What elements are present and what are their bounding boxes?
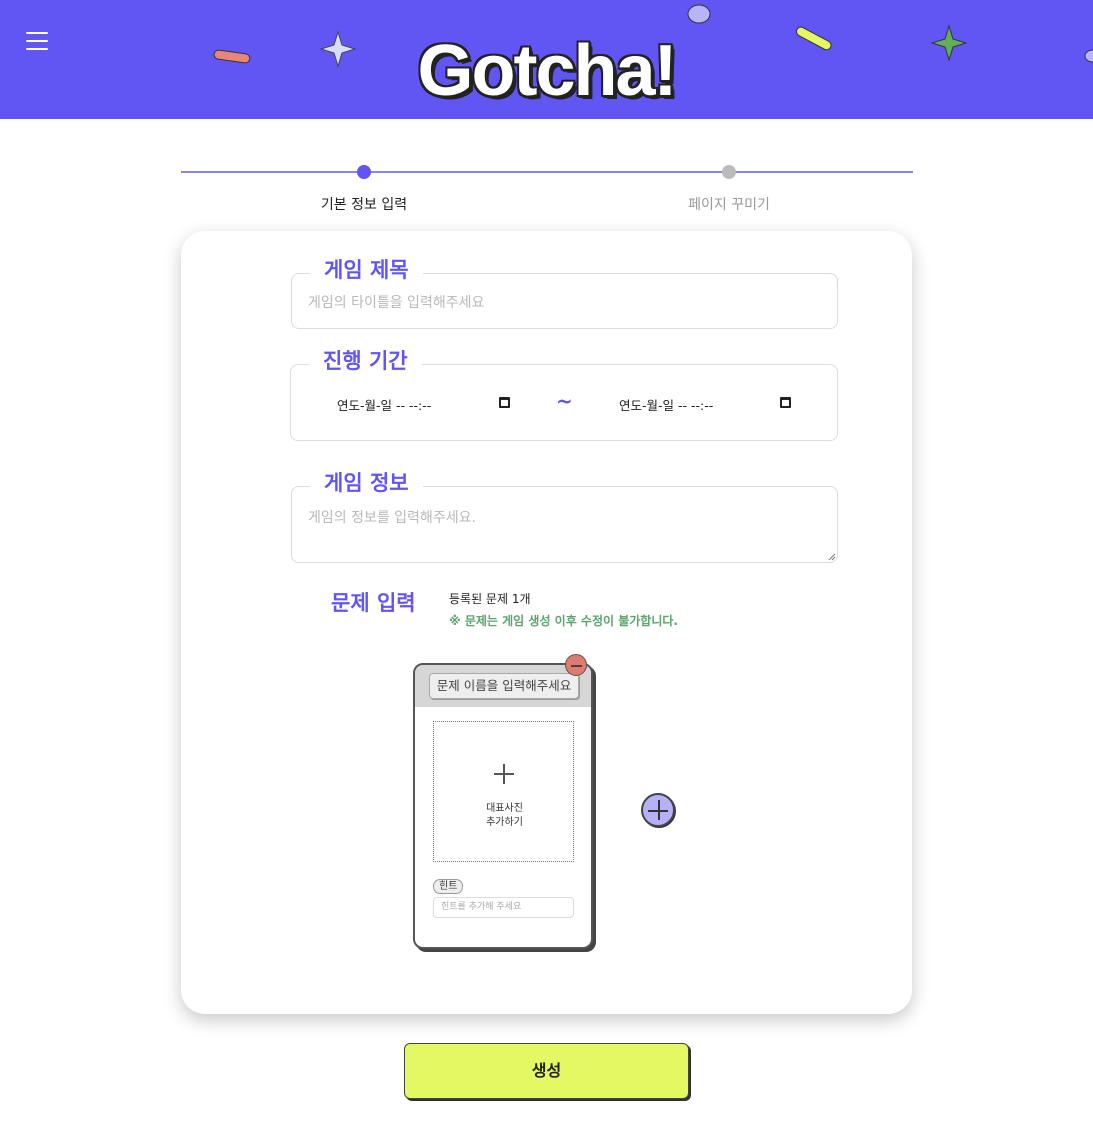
question-card-header: 문제 이름을 입력해주세요	[415, 665, 591, 707]
resize-handle-icon[interactable]	[828, 553, 836, 561]
add-question-button[interactable]	[641, 793, 675, 827]
step-label-basic-info[interactable]: 기본 정보 입력	[284, 194, 444, 214]
registered-count: 등록된 문제 1개	[449, 592, 531, 606]
photo-upload-label-line2: 추가하기	[486, 817, 523, 828]
hint-label: 힌트	[433, 879, 464, 894]
step-dot-decorate[interactable]	[722, 165, 736, 179]
progress-stepper: 기본 정보 입력 페이지 꾸미기	[181, 160, 913, 220]
game-title-fieldset: 게임 제목 게임의 타이틀을 입력해주세요	[291, 254, 838, 329]
game-info-label: 게임 정보	[310, 467, 423, 497]
app-logo[interactable]: Gotcha!	[0, 30, 1093, 112]
questions-warning: ※ 문제는 게임 생성 이후 수정이 불가합니다.	[449, 614, 678, 628]
end-datetime-input[interactable]: 연도-월-일 -- --:--	[619, 395, 713, 414]
photo-upload-area[interactable]: 대표사진 추가하기	[433, 721, 574, 862]
remove-question-button[interactable]	[565, 654, 587, 676]
step-label-decorate[interactable]: 페이지 꾸미기	[649, 194, 809, 214]
game-form-card: 게임 제목 게임의 타이틀을 입력해주세요 진행 기간 연도-월-일 -- --…	[181, 231, 912, 1014]
game-title-input[interactable]: 게임의 타이틀을 입력해주세요	[308, 292, 484, 312]
question-card: 문제 이름을 입력해주세요 대표사진 추가하기 힌트 힌트를 추가해 주세요	[413, 654, 593, 949]
create-button[interactable]: 생성	[404, 1043, 689, 1099]
app-header: Gotcha!	[0, 0, 1093, 119]
game-period-label: 진행 기간	[309, 345, 422, 375]
hint-input[interactable]: 힌트를 추가해 주세요	[433, 897, 574, 918]
game-info-fieldset: 게임 정보 게임의 정보를 입력해주세요.	[291, 467, 838, 563]
question-name-input[interactable]: 문제 이름을 입력해주세요	[429, 673, 579, 699]
photo-upload-label: 대표사진 추가하기	[434, 802, 575, 830]
start-datetime-input[interactable]: 연도-월-일 -- --:--	[337, 395, 431, 414]
photo-upload-label-line1: 대표사진	[486, 803, 523, 814]
game-info-textarea[interactable]: 게임의 정보를 입력해주세요.	[308, 507, 476, 527]
stepper-line	[181, 171, 913, 173]
game-title-label: 게임 제목	[310, 254, 423, 284]
period-separator: ~	[556, 389, 573, 413]
plus-icon	[494, 764, 514, 784]
questions-title: 문제 입력	[331, 591, 416, 615]
step-dot-basic-info[interactable]	[357, 165, 371, 179]
game-period-fieldset: 진행 기간 연도-월-일 -- --:-- ~ 연도-월-일 -- --:--	[290, 345, 838, 441]
end-calendar-icon[interactable]	[780, 397, 791, 408]
start-calendar-icon[interactable]	[499, 397, 510, 408]
